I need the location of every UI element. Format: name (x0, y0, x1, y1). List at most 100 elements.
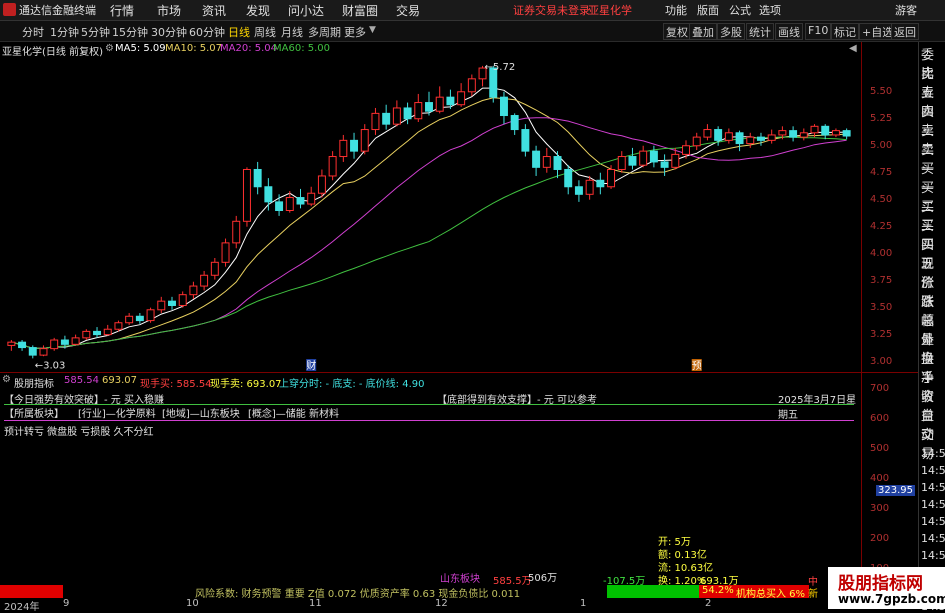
menu-item-news[interactable]: 资讯 (202, 2, 226, 19)
candle-body[interactable] (414, 102, 423, 120)
menu-item-ask[interactable]: 问小达 (288, 2, 324, 19)
candle-body[interactable] (735, 132, 744, 145)
menu-item-discover[interactable]: 发现 (246, 2, 270, 19)
candle-body[interactable] (296, 197, 305, 205)
stats-button[interactable]: 统计 (746, 23, 774, 40)
candle-body[interactable] (457, 91, 466, 106)
candle-body[interactable] (60, 339, 69, 345)
candle-body[interactable] (103, 328, 112, 336)
menu-item-circle[interactable]: 财富圈 (342, 2, 378, 19)
candle-body[interactable] (157, 300, 166, 311)
candle-body[interactable] (724, 132, 733, 141)
candle-body[interactable] (574, 186, 583, 195)
candle-body[interactable] (285, 197, 294, 212)
menu-layout[interactable]: 版面 (697, 2, 719, 18)
indicator-gear-icon[interactable]: ⚙ (2, 374, 11, 385)
candle-body[interactable] (221, 242, 230, 263)
candle-body[interactable] (210, 261, 219, 276)
candle-body[interactable] (317, 175, 326, 194)
candle-body[interactable] (821, 125, 830, 136)
candle-body[interactable] (339, 139, 348, 158)
candle-body[interactable] (799, 132, 808, 138)
candle-body[interactable] (253, 168, 262, 188)
f10-button[interactable]: F10 (805, 23, 832, 40)
candle-body[interactable] (564, 168, 573, 188)
period-more[interactable]: 更多 (344, 24, 366, 40)
menu-function[interactable]: 功能 (665, 2, 687, 18)
candle-body[interactable] (778, 130, 787, 136)
candle-body[interactable] (146, 309, 155, 322)
candle-body[interactable] (607, 168, 616, 188)
candle-body[interactable] (682, 145, 690, 155)
multi-stock-button[interactable]: 多股 (717, 23, 745, 40)
candle-body[interactable] (125, 315, 134, 324)
back-button[interactable]: 返回 (891, 23, 919, 40)
candle-body[interactable] (392, 107, 401, 125)
candle-body[interactable] (7, 341, 16, 346)
candle-body[interactable] (275, 201, 284, 212)
candle-body[interactable] (371, 112, 380, 131)
candle-body[interactable] (39, 348, 48, 356)
candle-body[interactable] (425, 102, 433, 112)
candle-body[interactable] (307, 192, 316, 205)
candle-body[interactable] (831, 130, 840, 136)
candle-body[interactable] (756, 136, 765, 141)
candle-body[interactable] (382, 112, 391, 125)
candle-body[interactable] (703, 129, 712, 138)
period-60min[interactable]: 60分钟 (189, 24, 225, 40)
mark-button[interactable]: 标记 (831, 23, 859, 40)
overlay-button[interactable]: 叠加 (689, 23, 717, 40)
candlestick-chart[interactable]: ←5.72 ←3.03 财 预 (0, 42, 861, 372)
candle-body[interactable] (189, 285, 198, 296)
menu-item-markets[interactable]: 市场 (157, 2, 181, 19)
chevron-down-icon[interactable]: ▼ (369, 25, 376, 35)
candle-body[interactable] (93, 330, 102, 336)
candle-body[interactable] (499, 96, 508, 117)
candle-body[interactable] (28, 347, 37, 356)
indicator-name[interactable]: 股朋指标 (14, 375, 54, 390)
candle-body[interactable] (135, 315, 144, 322)
candle-body[interactable] (114, 322, 123, 330)
candle-body[interactable] (628, 156, 637, 166)
period-timeshare[interactable]: 分时 (22, 24, 44, 40)
candle-body[interactable] (242, 168, 251, 222)
candle-body[interactable] (446, 96, 455, 106)
candle-body[interactable] (510, 115, 519, 131)
candle-body[interactable] (649, 150, 658, 163)
menu-formula[interactable]: 公式 (729, 2, 751, 18)
candle-body[interactable] (767, 134, 776, 141)
candle-body[interactable] (660, 161, 669, 168)
period-weekly[interactable]: 周线 (254, 24, 276, 40)
candle-body[interactable] (521, 129, 530, 152)
candle-body[interactable] (232, 220, 241, 244)
candle-body[interactable] (360, 129, 369, 152)
candle-body[interactable] (71, 337, 80, 345)
candle-body[interactable] (542, 156, 551, 168)
candle-body[interactable] (328, 156, 337, 177)
candle-body[interactable] (692, 136, 701, 147)
candle-body[interactable] (842, 130, 851, 137)
menu-item-trade[interactable]: 交易 (396, 2, 420, 19)
guest-label[interactable]: 游客 (895, 2, 917, 18)
menu-options[interactable]: 选项 (759, 2, 781, 18)
period-15min[interactable]: 15分钟 (112, 24, 148, 40)
candle-body[interactable] (617, 156, 626, 170)
period-multi[interactable]: 多周期 (308, 24, 341, 40)
adjust-button[interactable]: 复权 (663, 23, 691, 40)
candle-body[interactable] (714, 129, 723, 141)
candle-body[interactable] (18, 341, 27, 349)
candle-body[interactable] (746, 136, 755, 145)
candle-body[interactable] (532, 150, 541, 168)
candle-body[interactable] (553, 156, 562, 170)
candle-body[interactable] (350, 139, 359, 152)
period-1min[interactable]: 1分钟 (50, 24, 79, 40)
candle-body[interactable] (810, 125, 819, 134)
candle-body[interactable] (585, 179, 594, 195)
candle-body[interactable] (435, 96, 444, 112)
candle-body[interactable] (50, 339, 59, 350)
period-30min[interactable]: 30分钟 (151, 24, 187, 40)
candle-body[interactable] (403, 107, 412, 120)
candle-body[interactable] (82, 330, 91, 339)
draw-button[interactable]: 画线 (775, 23, 803, 40)
candle-body[interactable] (789, 130, 798, 138)
